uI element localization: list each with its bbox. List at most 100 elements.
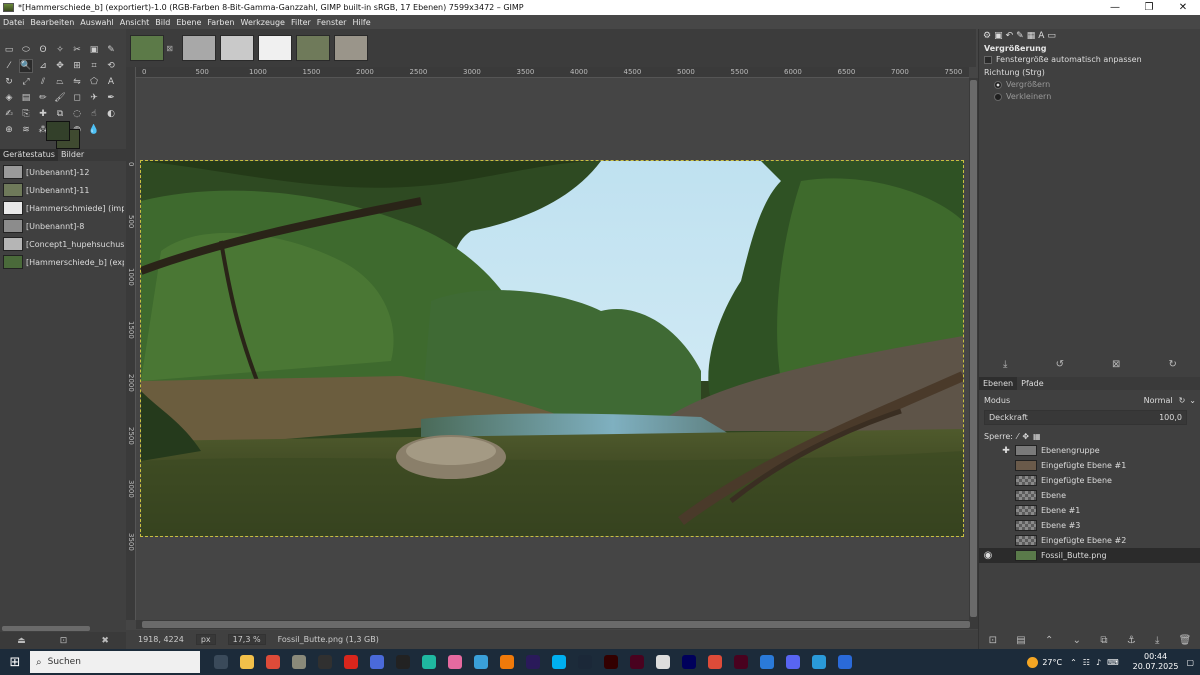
- duplicate-layer-icon[interactable]: ⧉: [1100, 635, 1107, 646]
- premiere-icon[interactable]: [520, 651, 546, 673]
- unit-select[interactable]: px: [195, 634, 216, 645]
- device-status-icon[interactable]: ▣: [994, 31, 1003, 41]
- unified-transform-icon[interactable]: ⟲: [104, 59, 118, 73]
- files-icon[interactable]: [650, 651, 676, 673]
- shear-icon[interactable]: ⫽: [36, 75, 50, 89]
- delete-options-icon[interactable]: ⊠: [1112, 359, 1120, 373]
- store-icon[interactable]: [832, 651, 858, 673]
- image-tab[interactable]: ⊠: [130, 35, 173, 61]
- language-icon[interactable]: ⌨: [1107, 658, 1119, 667]
- lock-pixels-icon[interactable]: ⁄: [1017, 432, 1018, 441]
- crop-icon[interactable]: ⌗: [87, 59, 101, 73]
- text-icon[interactable]: A: [104, 75, 118, 89]
- smudge-icon[interactable]: ☝: [87, 107, 101, 121]
- sketch-icon[interactable]: [364, 651, 390, 673]
- indesign-alt-icon[interactable]: [728, 651, 754, 673]
- new-group-icon[interactable]: ▤: [1016, 635, 1025, 646]
- layer-row[interactable]: Ebene #1: [979, 503, 1200, 518]
- obs-icon[interactable]: [312, 651, 338, 673]
- clone-icon[interactable]: ⎘: [19, 107, 33, 121]
- menu-datei[interactable]: Datei: [3, 18, 24, 27]
- zoom-in-option[interactable]: Vergrößern: [994, 80, 1050, 89]
- documents-icon[interactable]: ▭: [1047, 31, 1056, 41]
- patterns-icon[interactable]: ▦: [1027, 31, 1036, 41]
- menu-fenster[interactable]: Fenster: [317, 18, 347, 27]
- dodge-burn-icon[interactable]: ◐: [104, 107, 118, 121]
- tab-paths[interactable]: Pfade: [1017, 377, 1048, 390]
- anchor-layer-icon[interactable]: ⚓: [1127, 635, 1136, 646]
- menu-ansicht[interactable]: Ansicht: [120, 18, 150, 27]
- airbrush-icon[interactable]: ✈: [87, 91, 101, 105]
- menu-hilfe[interactable]: Hilfe: [352, 18, 370, 27]
- fuzzy-select-icon[interactable]: ✧: [53, 43, 67, 57]
- brushes-icon[interactable]: ✎: [1016, 31, 1024, 41]
- merge-layer-icon[interactable]: ⤓: [1155, 635, 1159, 646]
- new-layer-icon[interactable]: ⊡: [989, 635, 997, 646]
- vertical-scroll-thumb[interactable]: [970, 80, 977, 617]
- image-tab[interactable]: [296, 35, 330, 61]
- raise-display-icon[interactable]: ⏏: [17, 636, 26, 646]
- discord-icon[interactable]: [780, 651, 806, 673]
- cage-icon[interactable]: ⬠: [87, 75, 101, 89]
- restore-options-icon[interactable]: ↺: [1056, 359, 1064, 373]
- free-select-icon[interactable]: ʘ: [36, 43, 50, 57]
- rotate-icon[interactable]: ↻: [2, 75, 16, 89]
- lock-alpha-icon[interactable]: ▦: [1033, 432, 1041, 441]
- layer-row[interactable]: ◉ Fossil_Butte.png: [979, 548, 1200, 563]
- align-icon[interactable]: ⊞: [70, 59, 84, 73]
- maximize-button[interactable]: ❐: [1132, 2, 1166, 13]
- layer-row[interactable]: Eingefügte Ebene #1: [979, 458, 1200, 473]
- move-icon[interactable]: ✥: [53, 59, 67, 73]
- layer-row[interactable]: Ebene #3: [979, 518, 1200, 533]
- calculator-icon[interactable]: [754, 651, 780, 673]
- perspective-icon[interactable]: ⏢: [53, 75, 67, 89]
- ellipse-select-icon[interactable]: ⬭: [19, 43, 33, 57]
- layer-row[interactable]: ✚ Ebenengruppe: [979, 443, 1200, 458]
- reset-mode-icon[interactable]: ↻: [1179, 396, 1186, 405]
- skype-icon[interactable]: [546, 651, 572, 673]
- menu-filter[interactable]: Filter: [291, 18, 311, 27]
- task-view-icon[interactable]: [208, 651, 234, 673]
- list-item[interactable]: [Unbenannt]-11: [0, 181, 126, 199]
- zoom-icon[interactable]: 🔍: [19, 59, 33, 73]
- heal-icon[interactable]: ✚: [36, 107, 50, 121]
- scale-icon[interactable]: ⤢: [19, 75, 33, 89]
- image-tab[interactable]: [258, 35, 292, 61]
- horizontal-scrollbar[interactable]: [2, 626, 90, 631]
- flip-icon[interactable]: ⇋: [70, 75, 84, 89]
- menu-farben[interactable]: Farben: [207, 18, 234, 27]
- layer-row[interactable]: Ebene: [979, 488, 1200, 503]
- close-button[interactable]: ✕: [1166, 2, 1200, 13]
- close-tab-icon[interactable]: ⊠: [166, 44, 173, 53]
- foreground-color-swatch[interactable]: [46, 121, 70, 141]
- menu-ebene[interactable]: Ebene: [176, 18, 201, 27]
- auto-resize-option[interactable]: Fenstergröße automatisch anpassen: [984, 55, 1142, 64]
- opera-icon[interactable]: [390, 651, 416, 673]
- tab-device-status[interactable]: Gerätestatus: [0, 149, 58, 161]
- file-explorer-icon[interactable]: [234, 651, 260, 673]
- zoom-out-radio[interactable]: [994, 92, 1002, 101]
- new-display-icon[interactable]: ⊡: [60, 636, 68, 646]
- delete-image-icon[interactable]: ✖: [101, 636, 109, 646]
- handle-transform-icon[interactable]: ⊕: [2, 123, 16, 137]
- paths-icon[interactable]: ✎: [104, 43, 118, 57]
- opacity-field[interactable]: Deckkraft 100,0: [984, 410, 1187, 425]
- perspective-clone-icon[interactable]: ⧉: [53, 107, 67, 121]
- canvas-area[interactable]: [136, 78, 969, 620]
- notifications-icon[interactable]: ▢: [1186, 658, 1194, 667]
- vertical-ruler[interactable]: 0 500 1000 1500 2000 2500 3000 3500: [126, 67, 136, 620]
- save-options-icon[interactable]: ⤓: [1003, 359, 1007, 373]
- layer-row[interactable]: Eingefügte Ebene: [979, 473, 1200, 488]
- steam-icon[interactable]: [572, 651, 598, 673]
- zoom-out-option[interactable]: Verkleinern: [994, 92, 1051, 101]
- illustrator-icon[interactable]: [598, 651, 624, 673]
- gradient-icon[interactable]: ▤: [19, 91, 33, 105]
- expand-group-icon[interactable]: ✚: [997, 446, 1015, 456]
- clipchamp-icon[interactable]: [806, 651, 832, 673]
- indesign-icon[interactable]: [624, 651, 650, 673]
- chrome-alt-icon[interactable]: [702, 651, 728, 673]
- mypaint-brush-icon[interactable]: ✍: [2, 107, 16, 121]
- menu-bearbeiten[interactable]: Bearbeiten: [30, 18, 74, 27]
- bucket-fill-icon[interactable]: ◈: [2, 91, 16, 105]
- lock-position-icon[interactable]: ✥: [1022, 432, 1029, 441]
